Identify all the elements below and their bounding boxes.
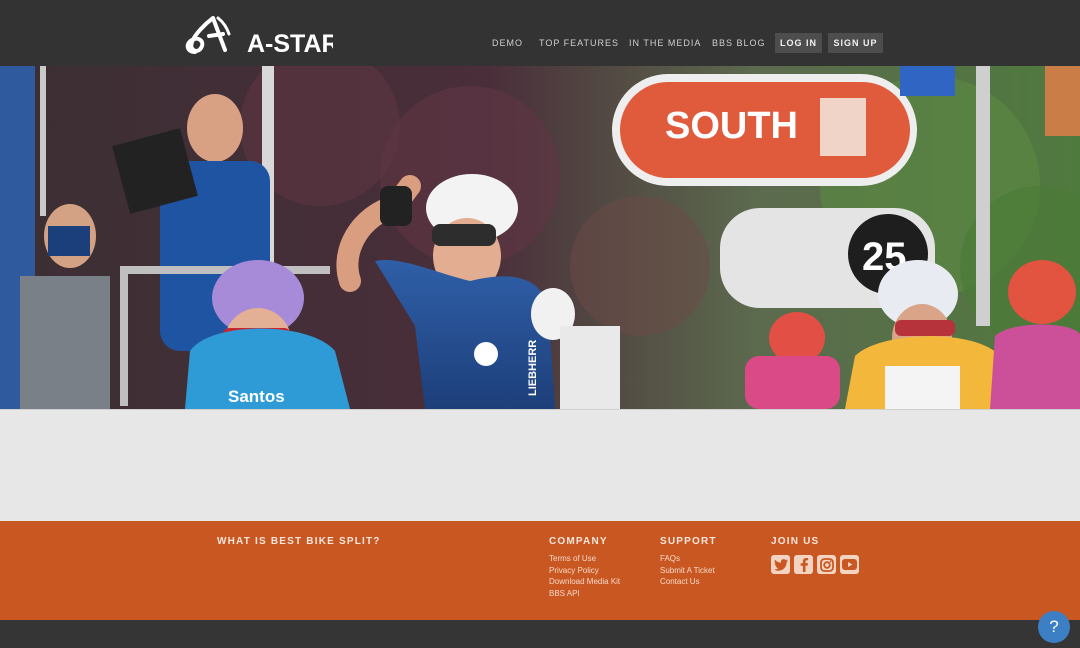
facebook-icon[interactable] (794, 555, 813, 574)
site-logo[interactable]: A-STAR (183, 12, 340, 58)
instagram-icon[interactable] (817, 555, 836, 574)
login-button[interactable]: LOG IN (775, 33, 822, 53)
hero-image: SOUTH 25 Santos LIEBHERR (0, 66, 1080, 409)
content-area (0, 409, 1080, 522)
footer-support-links: FAQs Submit A Ticket Contact Us (660, 554, 715, 587)
youtube-icon[interactable] (840, 555, 859, 574)
footer-support-heading: SUPPORT (660, 536, 717, 547)
footer: WHAT IS BEST BIKE SPLIT? COMPANY Terms o… (0, 521, 1080, 620)
link-privacy-policy[interactable]: Privacy Policy (549, 566, 620, 576)
link-terms-of-use[interactable]: Terms of Use (549, 554, 620, 564)
signup-button[interactable]: SIGN UP (828, 33, 883, 53)
jersey-santos-text: Santos (228, 387, 285, 406)
nav-top-features[interactable]: TOP FEATURES (539, 38, 619, 48)
link-contact-us[interactable]: Contact Us (660, 577, 715, 587)
jersey-liebherr-text: LIEBHERR (527, 340, 539, 396)
bottom-bar (0, 620, 1080, 648)
link-faqs[interactable]: FAQs (660, 554, 715, 564)
nav-demo[interactable]: DEMO (492, 38, 523, 48)
link-download-media-kit[interactable]: Download Media Kit (549, 577, 620, 587)
logo-text: A-STAR (247, 30, 333, 58)
help-button[interactable]: ? (1038, 611, 1070, 643)
top-navigation-bar: A-STAR DEMO TOP FEATURES IN THE MEDIA BB… (0, 0, 1080, 66)
link-bbs-api[interactable]: BBS API (549, 589, 620, 599)
nav-in-the-media[interactable]: IN THE MEDIA (629, 38, 701, 48)
footer-about-heading: WHAT IS BEST BIKE SPLIT? (217, 536, 381, 547)
footer-company-heading: COMPANY (549, 536, 608, 547)
twitter-icon[interactable] (771, 555, 790, 574)
nav-bbs-blog[interactable]: BBS BLOG (712, 38, 766, 48)
sign-south-text: SOUTH (665, 105, 798, 147)
social-links (771, 555, 859, 574)
footer-join-heading: JOIN US (771, 536, 820, 547)
link-submit-ticket[interactable]: Submit A Ticket (660, 566, 715, 576)
footer-company-links: Terms of Use Privacy Policy Download Med… (549, 554, 620, 598)
